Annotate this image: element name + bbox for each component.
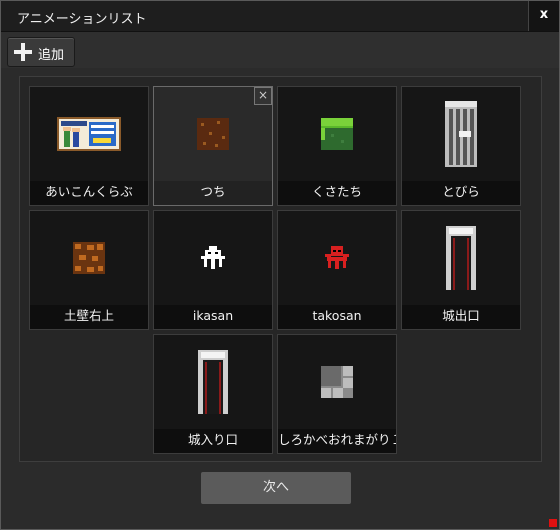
animation-name: 城出口 — [402, 305, 520, 329]
animation-name: しろかべおれまがり１ — [278, 429, 396, 453]
animation-name: くさたち — [278, 181, 396, 205]
animation-name: takosan — [278, 305, 396, 329]
resize-grip-icon[interactable] — [549, 519, 557, 527]
animation-name: 城入り口 — [154, 429, 272, 453]
add-button[interactable]: 追加 — [7, 37, 75, 67]
next-button[interactable]: 次へ — [201, 472, 351, 504]
delete-icon[interactable]: × — [254, 87, 272, 105]
animation-card[interactable]: takosan — [277, 210, 397, 330]
animation-name: 土壁右上 — [30, 305, 148, 329]
castle-entrance-icon — [198, 350, 228, 414]
add-button-label: 追加 — [38, 48, 65, 63]
squid-sprite-icon — [201, 246, 225, 269]
animation-card[interactable]: ikasan — [153, 210, 273, 330]
animation-name: つち — [154, 181, 272, 205]
animation-card[interactable]: × つち — [153, 86, 273, 206]
animation-card[interactable]: 土壁右上 — [29, 210, 149, 330]
earth-wall-tile-icon — [73, 242, 105, 274]
castle-wall-corner-icon — [321, 366, 353, 398]
animation-name: あいこんくらぶ — [30, 181, 148, 205]
dirt-tile-icon — [197, 118, 229, 150]
animation-card[interactable]: くさたち — [277, 86, 397, 206]
animation-card[interactable]: しろかべおれまがり１ — [277, 334, 397, 454]
aikon-club-sign-icon — [57, 117, 121, 151]
octopus-sprite-icon — [325, 246, 349, 269]
animation-name: ikasan — [154, 305, 272, 329]
grass-tile-icon — [321, 118, 353, 150]
animation-card[interactable]: 城出口 — [401, 210, 521, 330]
animation-name: とびら — [402, 181, 520, 205]
door-icon — [445, 101, 477, 167]
window-title: アニメーションリスト — [17, 12, 147, 27]
animation-grid: あいこんくらぶ × つち くさたち とびら 土壁右上 ikasan takosa… — [19, 76, 542, 462]
plus-icon — [14, 43, 32, 61]
close-button[interactable]: x — [528, 1, 559, 31]
castle-exit-icon — [446, 226, 476, 290]
animation-list-window: アニメーションリスト x 追加 あいこんくらぶ × つち くさたち とびら 土壁… — [0, 0, 560, 530]
animation-card[interactable]: あいこんくらぶ — [29, 86, 149, 206]
title-bar: アニメーションリスト x — [1, 1, 559, 32]
animation-card[interactable]: 城入り口 — [153, 334, 273, 454]
toolbar: 追加 — [1, 32, 559, 68]
animation-card[interactable]: とびら — [401, 86, 521, 206]
